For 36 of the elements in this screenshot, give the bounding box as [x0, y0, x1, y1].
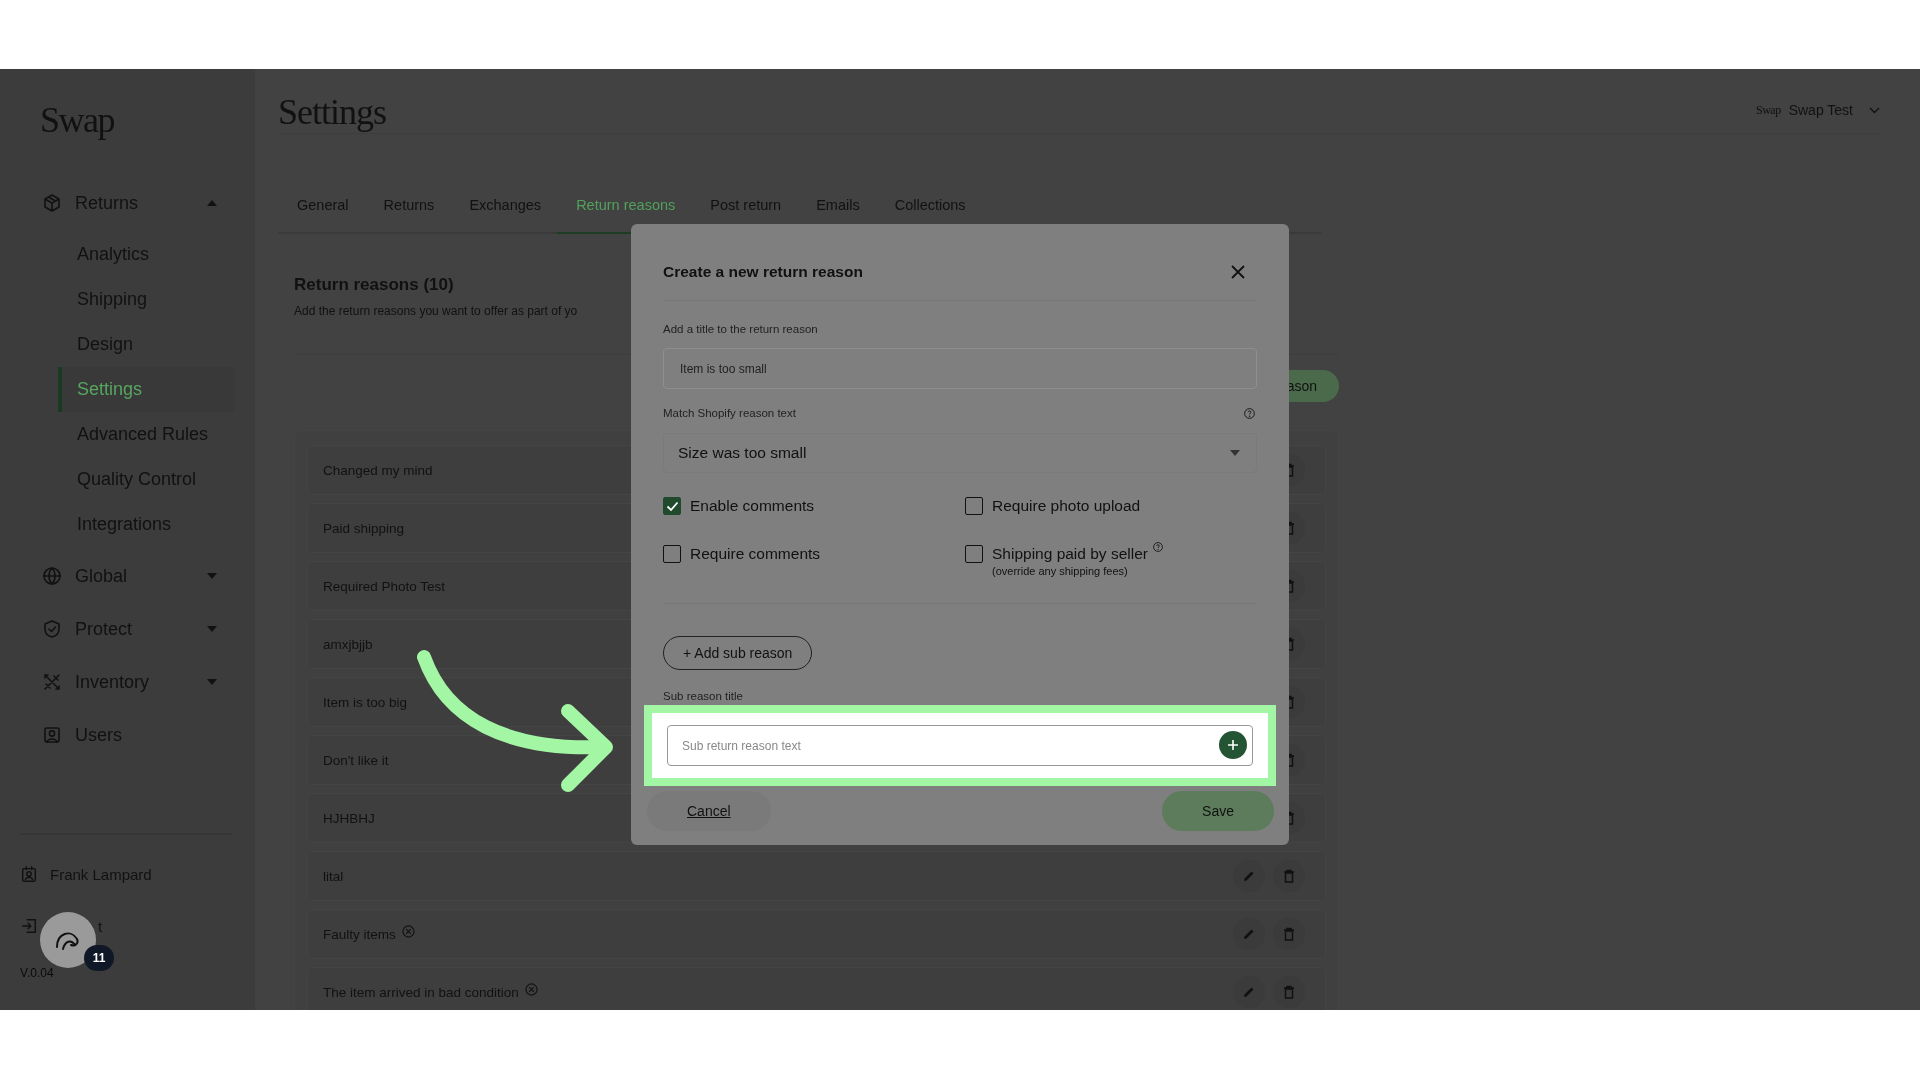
trash-icon [1283, 927, 1295, 941]
help-icon [1244, 407, 1255, 419]
box-icon [42, 193, 62, 213]
badge-icon [20, 865, 38, 883]
field-label: Match Shopify reason text [663, 407, 796, 419]
checkbox-label: Shipping paid by seller [992, 545, 1148, 563]
checkbox-label: Require photo upload [992, 497, 1141, 515]
title-field[interactable]: Item is too small [663, 348, 1257, 389]
reason-dropdown[interactable]: Size was too small [663, 433, 1257, 473]
sub-reason-field[interactable]: Sub return reason text [667, 725, 1253, 766]
checkbox[interactable] [663, 497, 681, 515]
caret-down-icon [1230, 450, 1240, 456]
save-button[interactable]: Save [1162, 791, 1274, 831]
user-icon [42, 725, 62, 745]
globe-icon [42, 566, 62, 586]
pencil-icon [1242, 927, 1256, 941]
chevron-down-icon [1869, 106, 1880, 114]
field-label: Sub reason title [663, 690, 744, 704]
shield-icon [42, 619, 62, 639]
pencil-icon [1242, 985, 1256, 999]
plus-button-icon[interactable] [1219, 731, 1247, 759]
checkbox[interactable] [965, 545, 983, 563]
pencil-icon [1242, 869, 1256, 883]
close-icon[interactable] [1231, 265, 1245, 279]
checkbox[interactable] [965, 497, 983, 515]
trash-icon [1283, 869, 1295, 883]
trash-icon [1283, 985, 1295, 999]
field-label: Add a title to the return reason [663, 323, 819, 335]
checkbox-label: Enable comments [690, 497, 815, 515]
checkbox-note: (override any shipping fees) [992, 565, 1129, 577]
cancel-button[interactable]: Cancel [647, 791, 771, 831]
tools-icon [42, 672, 62, 692]
dialog-title: Create a new return reason [663, 263, 863, 281]
checkbox[interactable] [663, 545, 681, 563]
check-icon [665, 500, 679, 512]
checkbox-label: Require comments [690, 545, 821, 563]
